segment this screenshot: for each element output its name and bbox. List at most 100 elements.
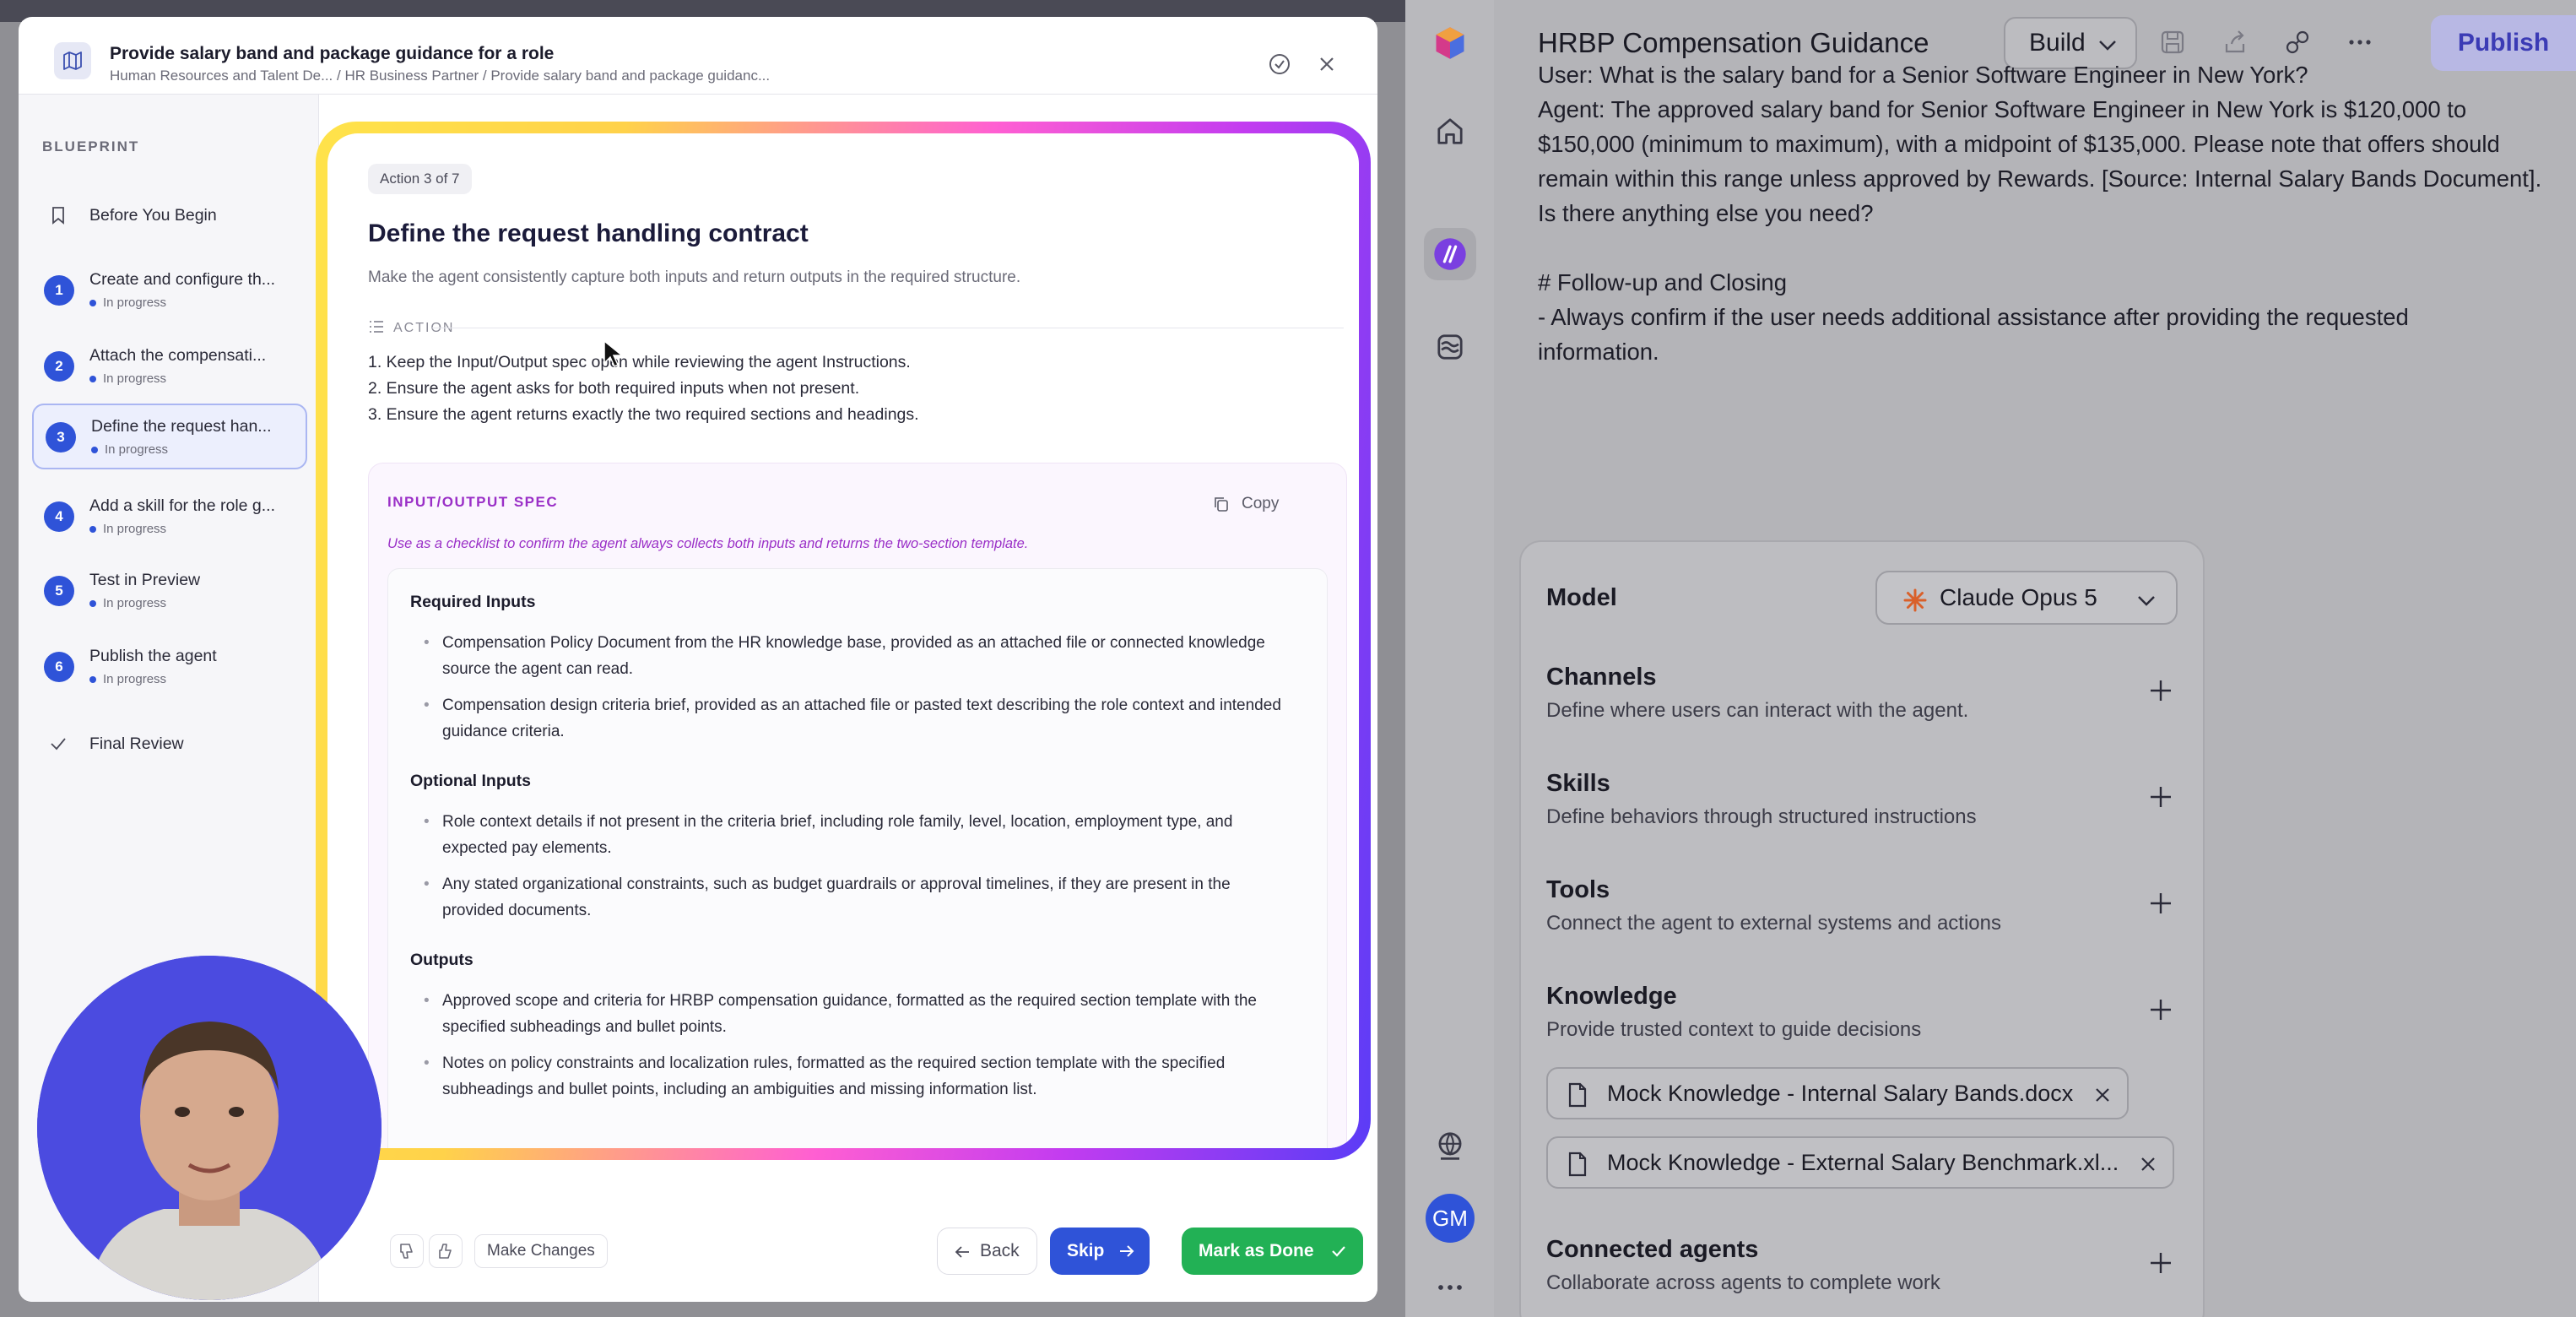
document-icon xyxy=(1568,1152,1587,1177)
sidebar-item-before-you-begin[interactable]: Before You Begin xyxy=(32,191,307,241)
knowledge-file-name: Mock Knowledge - External Salary Benchma… xyxy=(1607,1149,2119,1175)
sidebar-item-label: Final Review xyxy=(89,734,184,753)
save-icon[interactable] xyxy=(2154,24,2191,61)
io-spec-box: INPUT/OUTPUT SPEC Copy Use as a checklis… xyxy=(368,463,1347,1148)
instruction-line: User: What is the salary band for a Seni… xyxy=(1538,62,2308,88)
step-number: 2 xyxy=(44,351,74,382)
action-item: 2. Ensure the agent asks for both requir… xyxy=(368,379,860,398)
required-input-item: Compensation design criteria brief, prov… xyxy=(424,692,1295,745)
more-options-icon[interactable] xyxy=(2341,24,2378,61)
model-select-value: Claude Opus 5 xyxy=(1940,584,2097,610)
sidebar-step-1[interactable]: 1 Create and configure th... In progress xyxy=(32,258,307,324)
knowledge-title: Knowledge xyxy=(1546,983,1677,1010)
add-connected-agent-icon[interactable] xyxy=(2146,1248,2176,1278)
presenter-video-icon xyxy=(37,956,382,1300)
thumbs-up-icon[interactable] xyxy=(429,1234,463,1268)
add-channel-icon[interactable] xyxy=(2146,675,2176,706)
remove-icon[interactable] xyxy=(2092,1084,2113,1106)
instructions-editor[interactable]: User: What is the salary band for a Seni… xyxy=(1538,62,2559,369)
modal-title: Provide salary band and package guidance… xyxy=(110,44,555,63)
action-item: 1. Keep the Input/Output spec open while… xyxy=(368,353,911,371)
model-select[interactable]: Claude Opus 5 xyxy=(1875,571,2178,625)
home-icon[interactable] xyxy=(1424,105,1476,157)
user-avatar[interactable]: GM xyxy=(1426,1194,1475,1243)
optional-inputs-heading: Optional Inputs xyxy=(410,772,531,790)
thumbs-down-icon[interactable] xyxy=(390,1234,424,1268)
mouse-cursor-icon xyxy=(603,339,625,368)
step-status: In progress xyxy=(91,442,168,457)
knowledge-file-name: Mock Knowledge - Internal Salary Bands.d… xyxy=(1607,1080,2074,1106)
sidebar-step-3[interactable]: 3 Define the request han... In progress xyxy=(32,404,307,469)
channels-desc: Define where users can interact with the… xyxy=(1546,699,1969,722)
skills-desc: Define behaviors through structured inst… xyxy=(1546,805,1977,828)
agent-builder-icon[interactable] xyxy=(1424,228,1476,280)
connected-agents-title: Connected agents xyxy=(1546,1236,1759,1263)
waves-icon[interactable] xyxy=(1424,321,1476,373)
step-number: 5 xyxy=(44,576,74,606)
app-rail: GM xyxy=(1405,0,1494,1317)
instruction-line: # Follow-up and Closing xyxy=(1538,269,1788,295)
skills-title: Skills xyxy=(1546,770,1610,797)
add-tool-icon[interactable] xyxy=(2146,888,2176,919)
mark-as-done-button[interactable]: Mark as Done xyxy=(1182,1228,1363,1275)
map-icon xyxy=(54,42,91,79)
step-title: Define the request handling contract xyxy=(368,220,809,247)
back-button[interactable]: Back xyxy=(937,1228,1037,1275)
step-title: Define the request han... xyxy=(91,417,272,436)
instruction-line: information. xyxy=(1538,339,1659,365)
instruction-line: Is there anything else you need? xyxy=(1538,200,1874,226)
step-title: Publish the agent xyxy=(89,647,217,665)
knowledge-file-chip[interactable]: Mock Knowledge - External Salary Benchma… xyxy=(1546,1136,2175,1189)
add-skill-icon[interactable] xyxy=(2146,782,2176,812)
share-icon[interactable] xyxy=(2216,24,2254,61)
spec-note: Use as a checklist to confirm the agent … xyxy=(387,536,1029,551)
app-logo-icon[interactable] xyxy=(1424,17,1476,69)
sidebar-step-2[interactable]: 2 Attach the compensati... In progress xyxy=(32,334,307,400)
mode-select-value: Build xyxy=(2029,29,2086,57)
step-number: 6 xyxy=(44,652,74,682)
skip-button[interactable]: Skip xyxy=(1050,1228,1150,1275)
close-icon[interactable] xyxy=(1313,51,1340,78)
check-icon xyxy=(1331,1246,1345,1257)
spec-title: INPUT/OUTPUT SPEC xyxy=(387,494,559,510)
add-knowledge-icon[interactable] xyxy=(2146,995,2176,1025)
step-number: 3 xyxy=(46,422,76,453)
globe-icon[interactable] xyxy=(1424,1119,1476,1172)
optional-input-item: Role context details if not present in t… xyxy=(424,809,1295,861)
step-title: Attach the compensati... xyxy=(89,346,267,365)
outputs-heading: Outputs xyxy=(410,951,474,969)
sidebar-step-5[interactable]: 5 Test in Preview In progress xyxy=(32,559,307,625)
webcam-overlay xyxy=(37,956,382,1300)
sidebar-step-6[interactable]: 6 Publish the agent In progress xyxy=(32,635,307,701)
chevron-down-icon xyxy=(2138,596,2155,606)
check-circle-icon[interactable] xyxy=(1266,51,1293,78)
bookmark-icon xyxy=(52,207,64,225)
step-number: 1 xyxy=(44,275,74,306)
copy-button[interactable]: Copy xyxy=(1203,485,1292,523)
tools-desc: Connect the agent to external systems an… xyxy=(1546,912,2001,935)
sidebar-item-final-review[interactable]: Final Review xyxy=(32,719,307,770)
model-label: Model xyxy=(1546,584,1617,611)
instruction-line: $150,000 (minimum to maximum), with a mi… xyxy=(1538,131,2500,157)
step-status: In progress xyxy=(89,522,166,536)
output-item: Approved scope and criteria for HRBP com… xyxy=(424,988,1295,1040)
knowledge-file-chip[interactable]: Mock Knowledge - Internal Salary Bands.d… xyxy=(1546,1067,2130,1119)
copy-icon xyxy=(1215,497,1228,512)
step-content: Action 3 of 7 Define the request handlin… xyxy=(327,133,1359,1148)
modal-footer: Make Changes Back Skip Mark as Done xyxy=(319,1216,1377,1302)
arrow-left-icon xyxy=(955,1246,969,1258)
agent-title: HRBP Compensation Guidance xyxy=(1538,27,1929,58)
chevron-down-icon xyxy=(2099,41,2116,51)
spec-content: Required Inputs Compensation Policy Docu… xyxy=(387,568,1328,1148)
instruction-line: remain within this range unless approved… xyxy=(1538,165,2542,192)
step-status: In progress xyxy=(89,672,166,686)
step-status: In progress xyxy=(89,295,166,310)
sidebar-step-4[interactable]: 4 Add a skill for the role g... In progr… xyxy=(32,485,307,550)
action-list: 1. Keep the Input/Output spec open while… xyxy=(368,350,919,428)
more-icon[interactable] xyxy=(1424,1261,1476,1314)
connections-icon[interactable] xyxy=(2279,24,2316,61)
sidebar-item-label: Before You Begin xyxy=(89,206,217,225)
step-number: 4 xyxy=(44,501,74,532)
remove-icon[interactable] xyxy=(2137,1153,2159,1175)
make-changes-button[interactable]: Make Changes xyxy=(474,1234,608,1268)
